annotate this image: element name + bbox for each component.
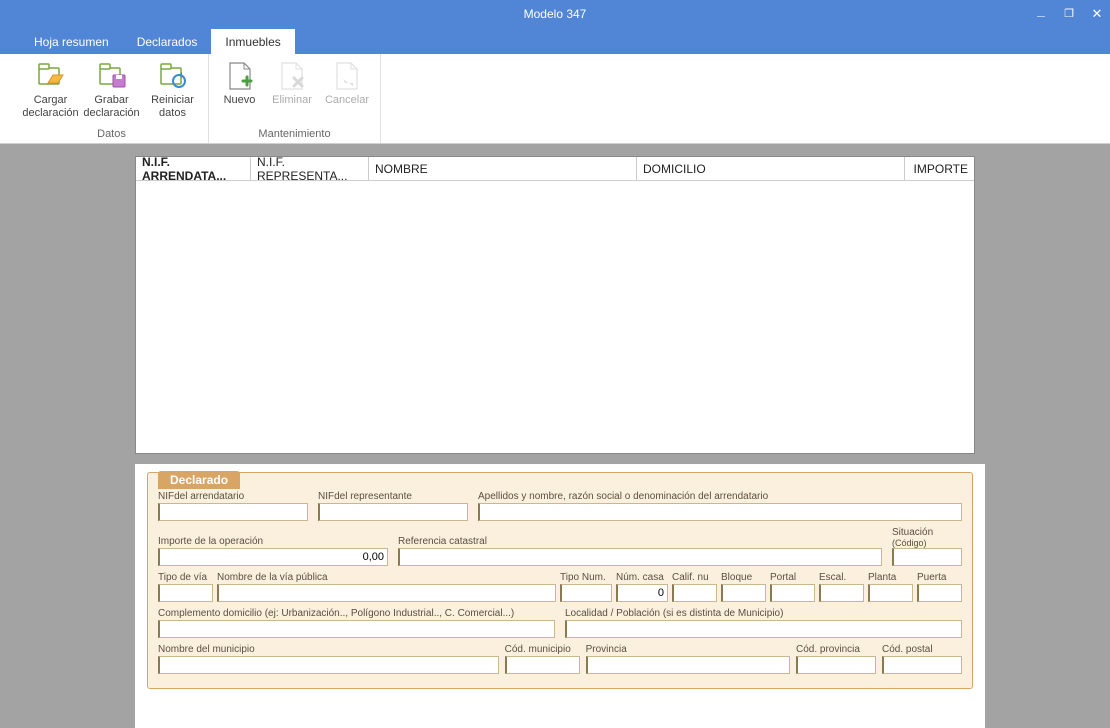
- apellidos-input[interactable]: [478, 503, 962, 521]
- complemento-input[interactable]: [158, 620, 555, 638]
- apellidos-label: Apellidos y nombre, razón social o denom…: [478, 491, 962, 502]
- situacion-input[interactable]: [892, 548, 962, 566]
- localidad-label: Localidad / Población (si es distinta de…: [565, 608, 962, 619]
- codpostal-label: Cód. postal: [882, 644, 962, 655]
- document-delete-icon: [276, 60, 308, 92]
- col-nif-representante[interactable]: N.I.F. REPRESENTA...: [251, 157, 369, 180]
- ribbon: Cargar declaración Grabar declaración Re…: [0, 54, 1110, 144]
- califnu-label: Calif. nu: [672, 572, 717, 583]
- puerta-input[interactable]: [917, 584, 962, 602]
- planta-label: Planta: [868, 572, 913, 583]
- folder-save-icon: [96, 60, 128, 92]
- nif-representante-label: NIFdel representante: [318, 491, 468, 502]
- col-importe[interactable]: IMPORTE: [905, 157, 974, 180]
- folder-reset-icon: [157, 60, 189, 92]
- tab-inmuebles[interactable]: Inmuebles: [211, 29, 294, 54]
- reset-button[interactable]: Reiniciar datos: [145, 58, 200, 126]
- refcat-label: Referencia catastral: [398, 536, 882, 547]
- complemento-label: Complemento domicilio (ej: Urbanización.…: [158, 608, 555, 619]
- planta-input[interactable]: [868, 584, 913, 602]
- nif-arrendatario-input[interactable]: [158, 503, 308, 521]
- provincia-input[interactable]: [586, 656, 790, 674]
- tabstrip: Hoja resumen Declarados Inmuebles: [0, 27, 1110, 54]
- importe-input[interactable]: [158, 548, 388, 566]
- fieldset-declarado: Declarado NIFdel arrendatario NIFdel rep…: [147, 472, 973, 689]
- codmun-input[interactable]: [505, 656, 580, 674]
- tab-hoja-resumen[interactable]: Hoja resumen: [20, 29, 123, 54]
- escal-label: Escal.: [819, 572, 864, 583]
- fieldset-title: Declarado: [158, 471, 240, 489]
- col-domicilio[interactable]: DOMICILIO: [637, 157, 905, 180]
- tipovia-label: Tipo de vía: [158, 572, 213, 583]
- localidad-input[interactable]: [565, 620, 962, 638]
- escal-input[interactable]: [819, 584, 864, 602]
- nombremun-label: Nombre del municipio: [158, 644, 499, 655]
- form-panel: Declarado NIFdel arrendatario NIFdel rep…: [135, 464, 985, 728]
- situacion-sublabel: (Código): [892, 539, 962, 548]
- ribbon-group-mantenimiento: Nuevo Eliminar Cancelar Mantenimiento: [209, 54, 381, 143]
- codprov-label: Cód. provincia: [796, 644, 876, 655]
- col-nombre[interactable]: NOMBRE: [369, 157, 637, 180]
- tiponum-input[interactable]: [560, 584, 612, 602]
- tab-declarados[interactable]: Declarados: [123, 29, 212, 54]
- cancel-button: Cancelar: [322, 58, 372, 126]
- nif-representante-input[interactable]: [318, 503, 468, 521]
- tipovia-input[interactable]: [158, 584, 213, 602]
- tiponum-label: Tipo Num.: [560, 572, 612, 583]
- load-button[interactable]: Cargar declaración: [23, 58, 78, 126]
- bloque-input[interactable]: [721, 584, 766, 602]
- col-nif-arrendatario[interactable]: N.I.F. ARRENDATA...: [136, 157, 251, 180]
- califnu-input[interactable]: [672, 584, 717, 602]
- nif-arrendatario-label: NIFdel arrendatario: [158, 491, 308, 502]
- numcasa-input[interactable]: [616, 584, 668, 602]
- document-cancel-icon: [331, 60, 363, 92]
- window-controls: _ ❐ ✕: [1032, 0, 1106, 27]
- folder-load-icon: [35, 60, 67, 92]
- nombremun-input[interactable]: [158, 656, 499, 674]
- ribbon-group-datos: Cargar declaración Grabar declaración Re…: [15, 54, 209, 143]
- nombrevia-label: Nombre de la vía pública: [217, 572, 556, 583]
- bloque-label: Bloque: [721, 572, 766, 583]
- nombrevia-input[interactable]: [217, 584, 556, 602]
- delete-button: Eliminar: [268, 58, 316, 126]
- close-button[interactable]: ✕: [1088, 6, 1106, 22]
- titlebar: Modelo 347 _ ❐ ✕: [0, 0, 1110, 27]
- codmun-label: Cód. municipio: [505, 644, 580, 655]
- minimize-button[interactable]: _: [1032, 2, 1050, 18]
- codprov-input[interactable]: [796, 656, 876, 674]
- portal-label: Portal: [770, 572, 815, 583]
- workarea: N.I.F. ARRENDATA... N.I.F. REPRESENTA...…: [0, 144, 1110, 728]
- codpostal-input[interactable]: [882, 656, 962, 674]
- data-grid[interactable]: N.I.F. ARRENDATA... N.I.F. REPRESENTA...…: [135, 156, 975, 454]
- provincia-label: Provincia: [586, 644, 790, 655]
- new-button[interactable]: Nuevo: [217, 58, 262, 126]
- puerta-label: Puerta: [917, 572, 962, 583]
- grid-body[interactable]: [136, 181, 974, 453]
- situacion-label: Situación: [892, 527, 962, 538]
- window-title: Modelo 347: [524, 7, 587, 21]
- grid-header: N.I.F. ARRENDATA... N.I.F. REPRESENTA...…: [136, 157, 974, 181]
- importe-label: Importe de la operación: [158, 536, 388, 547]
- maximize-button[interactable]: ❐: [1060, 7, 1078, 20]
- refcat-input[interactable]: [398, 548, 882, 566]
- document-new-icon: [224, 60, 256, 92]
- save-button[interactable]: Grabar declaración: [84, 58, 139, 126]
- numcasa-label: Núm. casa: [616, 572, 668, 583]
- portal-input[interactable]: [770, 584, 815, 602]
